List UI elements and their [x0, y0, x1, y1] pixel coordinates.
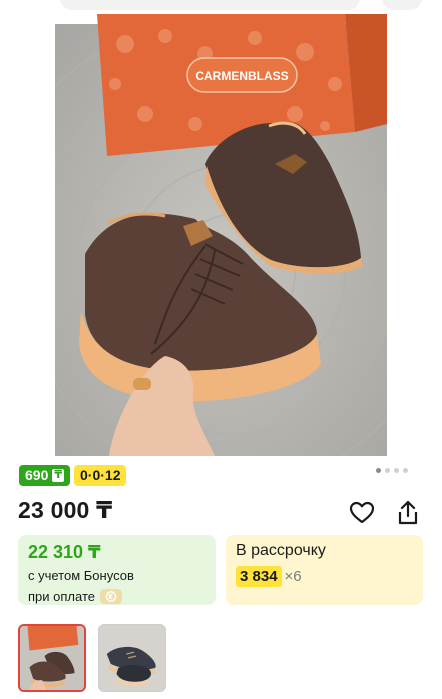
installment-amount: 3 834 [236, 566, 282, 587]
heart-icon [349, 501, 375, 524]
box-brand-text: CARMENBLASS [195, 69, 288, 83]
bonus-currency-mark: ₸ [52, 469, 65, 482]
installment-months: ×6 [284, 568, 302, 585]
top-action-button[interactable] [382, 0, 422, 10]
installment-row: 3 834 ×6 [236, 566, 413, 587]
bonus-line-2: при оплате [28, 589, 95, 604]
installment-badge: 0·0·12 [74, 465, 127, 486]
favorite-button[interactable] [346, 497, 378, 529]
gallery-dot[interactable] [403, 468, 408, 473]
product-photo[interactable]: CARMENBLASS [55, 14, 387, 456]
bonus-price: 22 310 ₸ [28, 542, 101, 562]
bonus-line-2-row: при оплате [28, 588, 206, 605]
bonus-badge-value: 690 [25, 467, 49, 483]
installment-title: В рассрочку [236, 542, 326, 559]
thumbnail-1-selected[interactable] [18, 624, 86, 692]
gallery-dot-active[interactable] [376, 468, 381, 473]
gallery-dot[interactable] [385, 468, 390, 473]
share-button[interactable] [392, 497, 424, 529]
bonus-badge: 690 ₸ [19, 465, 71, 486]
gallery-dots [376, 468, 408, 473]
thumbnail-2[interactable] [98, 624, 166, 692]
kaspi-icon [99, 589, 122, 604]
gallery-dot[interactable] [394, 468, 399, 473]
share-icon [398, 500, 418, 525]
top-bar [0, 0, 442, 14]
product-price: 23 000 ₸ [18, 497, 113, 523]
search-bar[interactable] [60, 0, 360, 10]
bonus-line-1: с учетом Бонусов [28, 568, 134, 583]
bonus-price-card[interactable]: 22 310 ₸ с учетом Бонусов при оплате [18, 535, 216, 605]
badges-row: 690 ₸ 0·0·12 [19, 465, 127, 486]
installment-card[interactable]: В рассрочку 3 834 ×6 [226, 535, 423, 605]
